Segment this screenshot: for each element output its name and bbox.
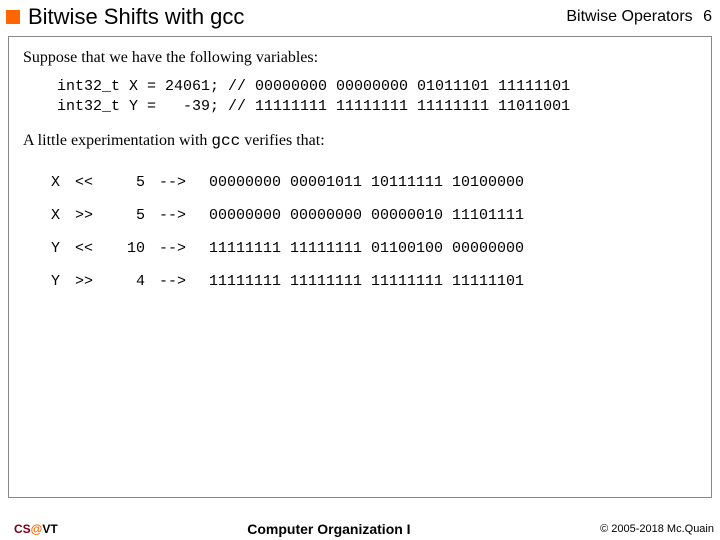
footer-vt: VT xyxy=(42,522,57,536)
slide-title: Bitwise Shifts with gcc xyxy=(28,4,244,30)
content-box: Suppose that we have the following varia… xyxy=(8,36,712,498)
cell-arrow: --> xyxy=(159,265,209,298)
header-right: Bitwise Operators 6 xyxy=(566,8,712,26)
intro-text-2: A little experimentation with gcc verifi… xyxy=(23,132,697,150)
cell-op: >> xyxy=(75,265,115,298)
cell-arrow: --> xyxy=(159,199,209,232)
cell-var: X xyxy=(51,199,75,232)
slide-footer: CS@VT Computer Organization I © 2005-201… xyxy=(0,521,720,537)
slide: Bitwise Shifts with gcc Bitwise Operator… xyxy=(0,0,720,540)
footer-copyright: © 2005-2018 Mc.Quain xyxy=(600,523,714,535)
intro2-part-b: verifies that: xyxy=(240,132,324,149)
code-line-1: int32_t X = 24061; // 00000000 00000000 … xyxy=(57,78,570,95)
page-number: 6 xyxy=(703,8,712,25)
cell-bits: 11111111 11111111 01100100 00000000 xyxy=(209,232,530,265)
table-row: Y >> 4 --> 11111111 11111111 11111111 11… xyxy=(51,265,530,298)
cell-n: 4 xyxy=(115,265,159,298)
table-row: X << 5 --> 00000000 00001011 10111111 10… xyxy=(51,166,530,199)
cell-bits: 00000000 00001011 10111111 10100000 xyxy=(209,166,530,199)
cell-var: X xyxy=(51,166,75,199)
table-row: X >> 5 --> 00000000 00000000 00000010 11… xyxy=(51,199,530,232)
code-block-declarations: int32_t X = 24061; // 00000000 00000000 … xyxy=(57,77,697,118)
shift-results-table: X << 5 --> 00000000 00001011 10111111 10… xyxy=(51,166,530,298)
cell-var: Y xyxy=(51,265,75,298)
section-label: Bitwise Operators xyxy=(566,8,692,25)
intro2-code: gcc xyxy=(211,132,240,150)
cell-n: 5 xyxy=(115,199,159,232)
table-row: Y << 10 --> 11111111 11111111 01100100 0… xyxy=(51,232,530,265)
cell-op: << xyxy=(75,232,115,265)
accent-square xyxy=(6,10,20,24)
cell-n: 10 xyxy=(115,232,159,265)
code-line-2: int32_t Y = -39; // 11111111 11111111 11… xyxy=(57,98,570,115)
cell-var: Y xyxy=(51,232,75,265)
intro2-part-a: A little experimentation with xyxy=(23,132,211,149)
footer-left-logo: CS@VT xyxy=(14,522,58,536)
intro-text-1: Suppose that we have the following varia… xyxy=(23,49,697,67)
cell-arrow: --> xyxy=(159,166,209,199)
cell-op: >> xyxy=(75,199,115,232)
cell-bits: 00000000 00000000 00000010 11101111 xyxy=(209,199,530,232)
cell-bits: 11111111 11111111 11111111 11111101 xyxy=(209,265,530,298)
footer-center: Computer Organization I xyxy=(247,521,410,537)
cell-op: << xyxy=(75,166,115,199)
cell-n: 5 xyxy=(115,166,159,199)
header-left: Bitwise Shifts with gcc xyxy=(6,4,244,30)
footer-at: @ xyxy=(31,522,43,536)
footer-cs: CS xyxy=(14,522,31,536)
slide-header: Bitwise Shifts with gcc Bitwise Operator… xyxy=(0,0,720,36)
cell-arrow: --> xyxy=(159,232,209,265)
